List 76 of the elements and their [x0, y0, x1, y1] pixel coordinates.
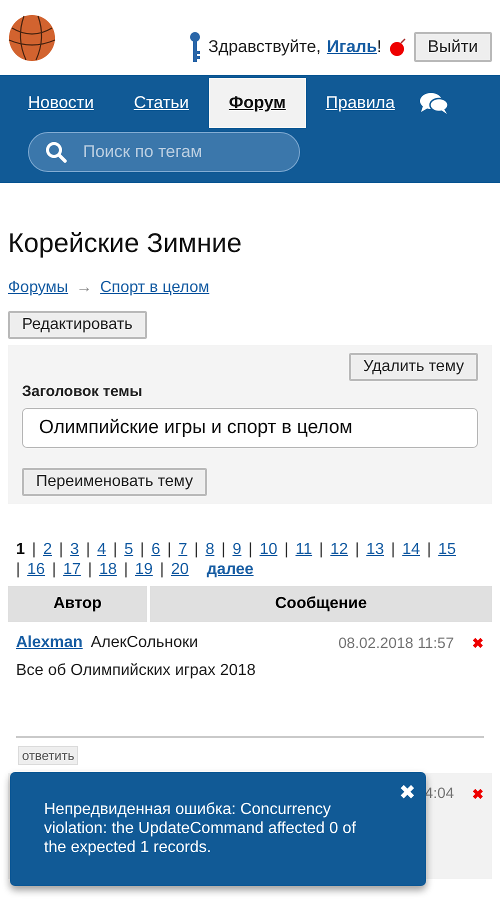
column-header: Сообщение — [150, 586, 492, 622]
page-link[interactable]: 16 — [27, 560, 45, 580]
page-separator: | — [58, 540, 64, 560]
search-icon — [45, 141, 67, 163]
nav-tab[interactable]: Правила — [306, 78, 415, 128]
key-icon — [188, 30, 202, 62]
page-link[interactable]: 13 — [366, 540, 384, 560]
page-link[interactable]: 15 — [438, 540, 456, 560]
page-separator: | — [391, 540, 396, 560]
page-separator: | — [86, 540, 90, 560]
nav-tab[interactable]: Форум — [208, 78, 306, 128]
close-button[interactable]: ✖ — [399, 780, 416, 805]
post-text: Все об Олимпийских играх 2018 — [16, 662, 257, 681]
rename-topic-button[interactable]: Переименовать тему — [22, 468, 207, 496]
page-link[interactable]: 3 — [70, 540, 80, 560]
basketball-icon — [8, 14, 56, 62]
page-separator: | — [124, 560, 128, 580]
page-separator: | — [113, 540, 118, 560]
exclamation-text: ! — [376, 36, 382, 56]
page-link[interactable]: 18 — [99, 560, 117, 580]
column-header: Автор — [8, 586, 147, 622]
field-label: Заголовок темы — [22, 383, 144, 400]
page-separator: | — [167, 540, 172, 560]
page-separator: | — [52, 560, 56, 580]
page-link[interactable]: 7 — [178, 540, 188, 560]
page-separator: | — [140, 540, 144, 560]
topic-title-field[interactable]: Олимпийские игры и спорт в целом — [22, 408, 478, 448]
post-date: 4:04 — [424, 785, 454, 802]
page-separator: | — [221, 540, 226, 560]
nav-tab[interactable]: Новости — [8, 78, 114, 128]
edit-button[interactable]: Редактировать — [8, 311, 147, 339]
page-separator: | — [88, 560, 92, 580]
author-link[interactable]: Alexman — [16, 634, 83, 652]
page-link[interactable]: 4 — [97, 540, 106, 560]
next-link[interactable]: далее — [206, 560, 254, 580]
breadcrumb-separator: → — [76, 279, 92, 297]
page-link[interactable]: 11 — [296, 540, 312, 560]
page-separator: | — [426, 540, 432, 560]
page-link[interactable]: 5 — [124, 540, 134, 560]
greeting-text: Здравствуйте, — [208, 36, 321, 56]
delete-icon[interactable]: ✖ — [472, 786, 484, 802]
page-separator: | — [248, 540, 253, 560]
page-separator: | — [355, 540, 360, 560]
page-link[interactable]: 19 — [135, 560, 153, 580]
page-separator: | — [160, 560, 164, 580]
delete-topic-button[interactable]: Удалить тему — [349, 353, 478, 381]
page-link[interactable]: 10 — [260, 540, 278, 560]
page-link[interactable]: 12 — [330, 540, 348, 560]
page-link[interactable]: 14 — [402, 540, 420, 560]
reply-button[interactable]: ответить — [18, 746, 78, 765]
current-page: 1 — [16, 540, 25, 560]
nav-tab[interactable]: Статьи — [114, 78, 209, 128]
post-date: 08.02.2018 11:57 — [338, 634, 454, 652]
page-separator: | — [32, 540, 36, 560]
search-field[interactable]: Поиск по тегам — [81, 141, 275, 163]
author-name: АлекСольноки — [90, 634, 198, 652]
page-separator: | — [284, 540, 289, 560]
page-separator: | — [194, 540, 198, 560]
page-link[interactable]: 17 — [63, 560, 81, 580]
logout-button[interactable]: Выйти — [414, 32, 492, 62]
page-link[interactable]: 6 — [151, 540, 160, 560]
page-separator: | — [16, 560, 20, 580]
chat-icon[interactable] — [418, 91, 449, 115]
page-link[interactable]: 9 — [232, 540, 242, 560]
bomb-icon — [388, 36, 408, 56]
user-link[interactable]: Игаль — [326, 36, 377, 56]
breadcrumb-link[interactable]: Форумы — [8, 279, 68, 297]
error-message: Непредвиденная ошибка: Concurrency violation: the UpdateCommand affected 0 of the expected 1 records. — [44, 800, 357, 857]
page-link[interactable]: 20 — [170, 560, 189, 580]
breadcrumb-link[interactable]: Спорт в целом — [100, 279, 210, 297]
delete-icon[interactable]: ✖ — [472, 635, 484, 651]
page-title: Корейские Зимние — [8, 228, 243, 259]
page-link[interactable]: 2 — [43, 540, 52, 560]
page-link[interactable]: 8 — [205, 540, 214, 560]
page-separator: | — [319, 540, 324, 560]
search-bar[interactable]: Поиск по тегам — [28, 132, 300, 172]
